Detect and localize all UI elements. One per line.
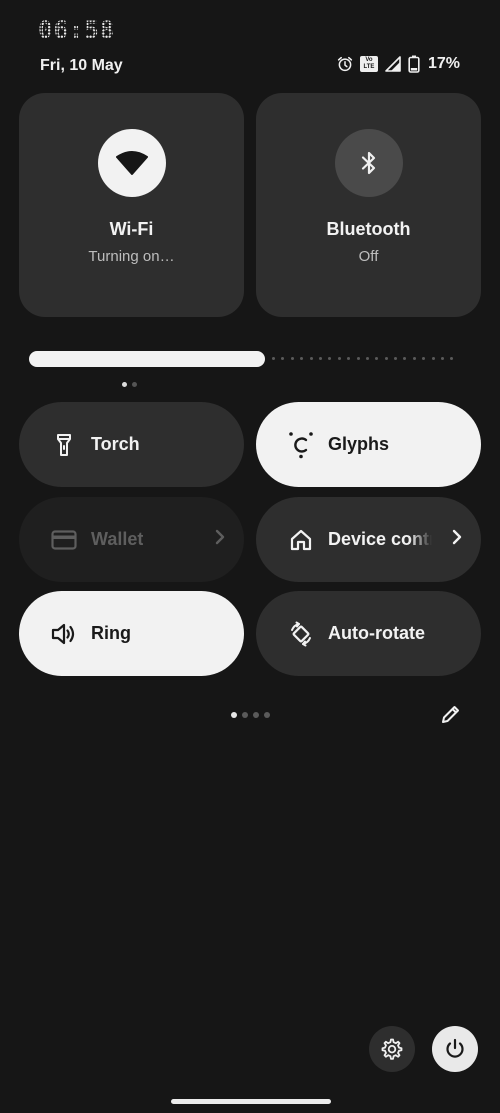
device-controls-tile[interactable]: Device controls	[256, 497, 481, 582]
bluetooth-title: Bluetooth	[326, 219, 411, 239]
bluetooth-toggle[interactable]	[334, 129, 403, 197]
alarm-icon	[337, 56, 353, 72]
chevron-right-icon	[215, 529, 225, 545]
chevron-right-icon	[452, 529, 462, 545]
battery-percent: 17%	[427, 55, 460, 72]
power-button[interactable]	[432, 1026, 478, 1072]
wifi-toggle[interactable]	[97, 129, 166, 197]
signal-icon	[385, 56, 401, 72]
volte-icon: Vo LTE	[359, 56, 378, 72]
rotate-icon	[288, 621, 314, 647]
wifi-subtitle: Turning on…	[88, 248, 175, 265]
battery-icon	[408, 55, 420, 73]
wallet-icon	[51, 527, 77, 553]
bluetooth-subtitle: Off	[358, 248, 379, 265]
wallet-tile[interactable]: Wallet	[19, 497, 244, 582]
bluetooth-icon	[361, 151, 375, 175]
glyphs-icon	[288, 431, 314, 458]
torch-label: Torch	[91, 434, 140, 454]
wifi-page-indicator	[121, 382, 137, 387]
glyphs-tile[interactable]: Glyphs	[256, 402, 481, 487]
power-icon	[446, 1038, 464, 1058]
pencil-icon	[442, 706, 459, 723]
bluetooth-tile[interactable]: Bluetooth Off	[256, 93, 481, 317]
gear-icon	[381, 1038, 403, 1060]
brightness-track[interactable]	[272, 357, 454, 360]
torch-icon	[51, 432, 77, 458]
ring-label: Ring	[91, 623, 131, 643]
navigation-handle[interactable]	[171, 1099, 331, 1104]
wallet-label: Wallet	[91, 529, 144, 549]
torch-tile[interactable]: Torch	[19, 402, 244, 487]
glyphs-label: Glyphs	[328, 434, 390, 454]
wifi-tile[interactable]: Wi-Fi Turning on…	[19, 93, 244, 387]
home-icon	[288, 527, 314, 553]
settings-button[interactable]	[369, 1026, 415, 1072]
ring-tile[interactable]: Ring	[19, 591, 244, 676]
auto-rotate-tile[interactable]: Auto-rotate	[256, 591, 481, 676]
wifi-title: Wi-Fi	[109, 219, 154, 239]
brightness-slider[interactable]	[29, 351, 265, 367]
device-controls-label: Device controls	[328, 529, 432, 549]
date: Fri, 10 May	[40, 57, 123, 74]
speaker-icon	[51, 621, 77, 647]
status-icons: Vo LTE 17%	[336, 55, 460, 73]
quick-settings-page-indicator[interactable]	[231, 712, 270, 718]
wifi-icon	[115, 151, 148, 175]
auto-rotate-label: Auto-rotate	[328, 623, 425, 643]
edit-button[interactable]	[440, 703, 462, 730]
clock: 06:58	[38, 16, 116, 44]
